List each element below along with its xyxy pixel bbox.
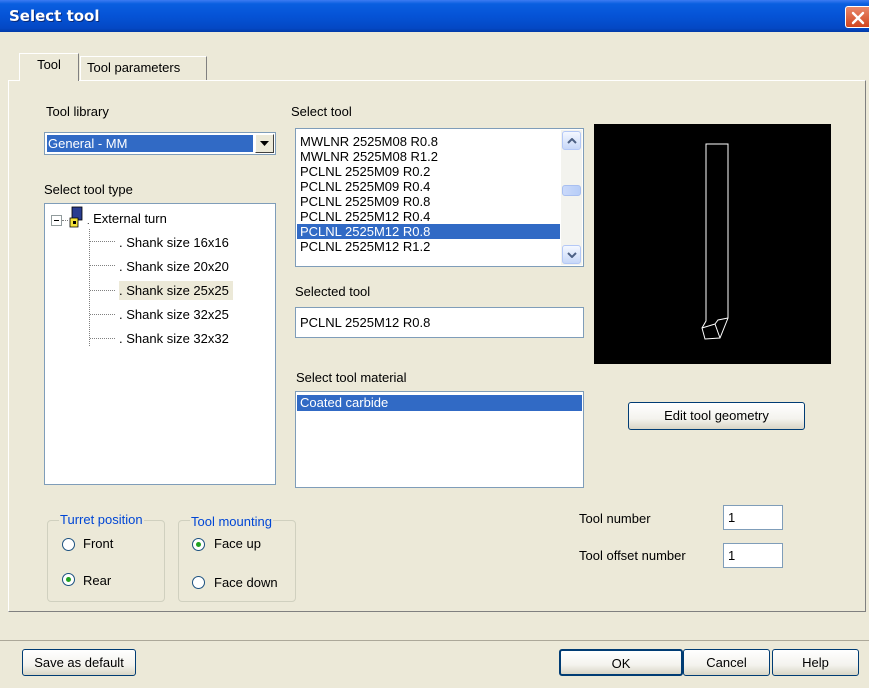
turret-position-title: Turret position [59,512,144,527]
cancel-button[interactable]: Cancel [683,649,770,676]
list-item[interactable]: PCLNL 2525M12 R1.2 [297,239,560,254]
tab-tool-parameters[interactable]: Tool parameters [80,56,207,80]
tool-type-label: Select tool type [44,182,133,197]
tool-preview [594,124,831,364]
chevron-up-icon [567,138,577,144]
tree-item[interactable]: . Shank size 32x25 [119,307,229,322]
tool-list-items: MWLNR 2525M08 R0.8 MWLNR 2525M08 R1.2 PC… [297,134,560,254]
close-button[interactable] [845,6,869,28]
list-item[interactable]: PCLNL 2525M09 R0.8 [297,194,560,209]
chevron-down-icon [567,252,577,258]
tree-root-external-turn[interactable]: . External turn [87,211,167,226]
collapse-toggle[interactable] [51,215,62,226]
tool-library-select[interactable]: General - MM [44,132,276,155]
mounting-face-down-label[interactable]: Face down [214,575,278,590]
scroll-up-button[interactable] [562,131,581,150]
select-tool-label: Select tool [291,104,352,119]
tool-library-value: General - MM [47,135,253,152]
tool-outline-drawing [701,143,729,340]
edit-tool-geometry-button[interactable]: Edit tool geometry [628,402,805,430]
list-item[interactable]: MWLNR 2525M08 R1.2 [297,149,560,164]
turret-rear-radio[interactable] [62,573,75,586]
footer-separator [0,640,869,641]
vertical-scrollbar[interactable] [561,130,582,265]
tool-library-label: Tool library [46,104,109,119]
dropdown-button[interactable] [255,134,274,153]
tool-offset-label: Tool offset number [579,548,686,563]
chevron-down-icon [260,141,269,146]
tree-root-label: External turn [93,211,167,226]
scroll-thumb[interactable] [562,185,581,196]
tool-offset-input[interactable]: 1 [723,543,783,568]
tree-item-selected[interactable]: . Shank size 25x25 [119,281,233,300]
list-item[interactable]: PCLNL 2525M09 R0.2 [297,164,560,179]
radio-selected-dot [196,542,201,547]
lathe-tool-icon [69,206,83,228]
tool-number-label: Tool number [579,511,651,526]
tool-mounting-title: Tool mounting [190,514,273,529]
ok-button[interactable]: OK [559,649,683,676]
selected-tool-label: Selected tool [295,284,371,299]
list-item[interactable]: MWLNR 2525M08 R0.8 [297,134,560,149]
tree-item[interactable]: . Shank size 32x32 [119,331,229,346]
tab-tool-label: Tool [37,57,61,72]
tree-item-label: Shank size 32x25 [126,307,229,322]
window-title: Select tool [9,7,100,25]
tree-item[interactable]: . Shank size 20x20 [119,259,229,274]
tool-material-listbox[interactable]: Coated carbide [295,391,584,488]
tool-material-label: Select tool material [296,370,407,385]
mounting-face-up-radio[interactable] [192,538,205,551]
tool-number-input[interactable]: 1 [723,505,783,530]
mounting-face-down-radio[interactable] [192,576,205,589]
turret-front-radio[interactable] [62,538,75,551]
tree-item[interactable]: . Shank size 16x16 [119,235,229,250]
tree-item-label: Shank size 16x16 [126,235,229,250]
tab-tool-parameters-label: Tool parameters [87,60,181,75]
tree-item-label: Shank size 32x32 [126,331,229,346]
save-as-default-button[interactable]: Save as default [22,649,136,676]
tree-item-label: Shank size 25x25 [126,283,229,298]
scroll-down-button[interactable] [562,245,581,264]
close-icon [851,11,865,25]
tool-type-tree[interactable]: . External turn . Shank size 16x16 . Sha… [44,203,276,485]
tab-tool[interactable]: Tool [19,53,79,81]
tool-number-value: 1 [728,510,736,525]
radio-selected-dot [66,577,71,582]
list-item-selected[interactable]: Coated carbide [297,395,582,411]
title-bar: Select tool [0,0,869,32]
tree-item-label: Shank size 20x20 [126,259,229,274]
tool-offset-value: 1 [728,548,736,563]
turret-position-group [47,520,165,602]
turret-rear-label[interactable]: Rear [83,573,111,588]
mounting-face-up-label[interactable]: Face up [214,536,261,551]
help-button[interactable]: Help [772,649,859,676]
turret-front-label[interactable]: Front [83,536,113,551]
list-item[interactable]: PCLNL 2525M12 R0.4 [297,209,560,224]
list-item-selected[interactable]: PCLNL 2525M12 R0.8 [297,224,560,239]
tool-listbox[interactable]: MWLNR 2525M08 R0.8 MWLNR 2525M08 R1.2 PC… [295,128,584,267]
list-item[interactable]: PCLNL 2525M09 R0.4 [297,179,560,194]
selected-tool-field[interactable]: PCLNL 2525M12 R0.8 [295,307,584,338]
selected-tool-value: PCLNL 2525M12 R0.8 [300,315,431,330]
